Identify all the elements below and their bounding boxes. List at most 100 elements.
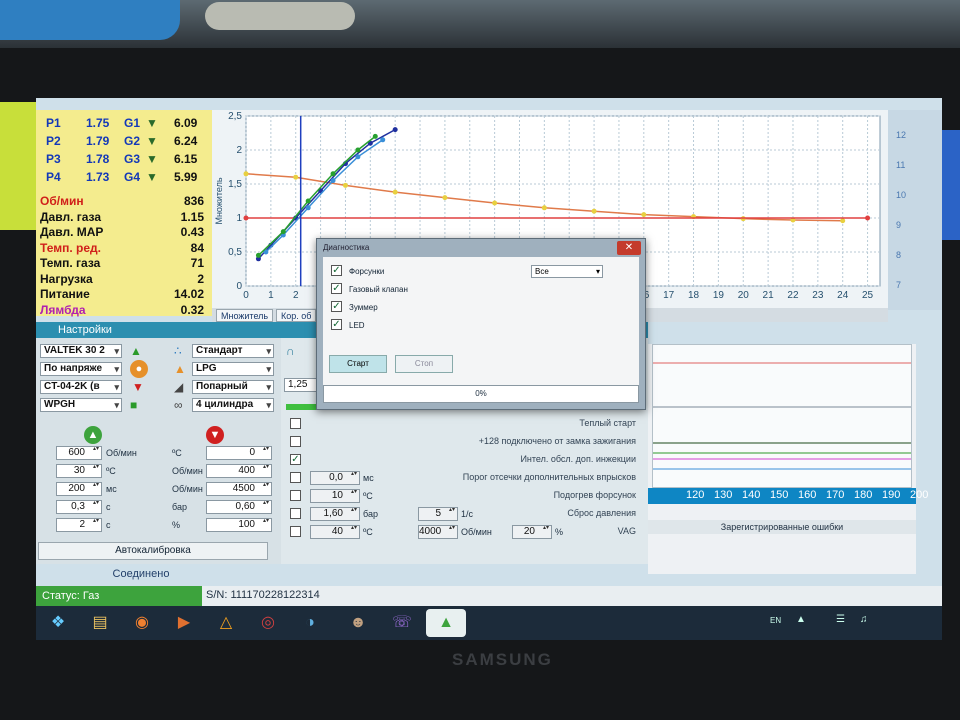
network-icon[interactable]: ☰ <box>836 614 845 625</box>
axis-tick-label: 180 <box>854 489 873 501</box>
unit-label: Об/мин <box>172 484 203 494</box>
option-value[interactable]: 1,60 <box>310 507 360 521</box>
tab-multiplier[interactable]: Множитель <box>216 309 274 322</box>
axis-tick-label: 200 <box>910 489 929 501</box>
axis-tick-label: 170 <box>826 489 845 501</box>
option-value[interactable]: 40 <box>310 525 360 539</box>
user-avatar-icon[interactable]: ☻ <box>338 609 378 637</box>
switch-delay-spin[interactable]: 200 <box>56 482 102 496</box>
checkbox-icon[interactable]: ✓ <box>331 283 342 294</box>
gas-app-icon[interactable]: ▲ <box>426 609 466 637</box>
readout-param: Нагрузка 2 <box>40 272 210 288</box>
data-point <box>380 137 386 143</box>
overlap-time-spin[interactable]: 2 <box>56 518 102 532</box>
injector-g-value: 5.99 <box>174 170 198 184</box>
option-unit: ºС <box>363 491 373 501</box>
strip-label: 11 <box>896 160 906 170</box>
x-tick-label: 25 <box>862 290 874 301</box>
y-tick-label: 1 <box>236 213 242 224</box>
option-checkbox[interactable] <box>290 526 301 537</box>
x-tick-label: 1 <box>268 290 274 301</box>
max-rpm-spin[interactable]: 4500 <box>206 482 272 496</box>
option-checkbox[interactable] <box>290 472 301 483</box>
check-label: Форсунки <box>349 267 385 276</box>
yellow-sticker <box>0 102 36 230</box>
param-value: 0.32 <box>180 302 204 317</box>
checkbox-icon[interactable]: ✓ <box>331 265 342 276</box>
cylinders-select[interactable]: 4 цилиндра <box>192 398 274 412</box>
strip-label: 10 <box>896 190 907 200</box>
status-bar: Статус: Газ S/N: 111170228122314 <box>36 586 942 606</box>
language-indicator[interactable]: EN <box>770 616 781 625</box>
option-value[interactable]: 20 <box>512 525 552 539</box>
checkbox-icon[interactable]: ✓ <box>331 301 342 312</box>
option-value[interactable]: 10 <box>310 489 360 503</box>
min-temp-spin[interactable]: 0 <box>206 446 272 460</box>
stop-button[interactable]: Стоп <box>395 355 453 373</box>
option-checkbox[interactable] <box>290 490 301 501</box>
switch-temp-spin[interactable]: 30 <box>56 464 102 478</box>
injector-g-label: G1 <box>124 116 141 130</box>
switch-to-gas-icon: ▲ <box>84 426 102 444</box>
param-label: Лямбда <box>40 302 86 317</box>
volume-icon[interactable]: ♫ <box>860 614 868 625</box>
option-value[interactable]: 5 <box>418 507 458 521</box>
checkbox-icon[interactable]: ✓ <box>331 319 342 330</box>
param-value: 2 <box>197 271 204 286</box>
injection-type-select[interactable]: Попарный <box>192 380 274 394</box>
y-tick-label: 0 <box>236 281 242 292</box>
chrome-icon[interactable]: ◎ <box>248 609 288 637</box>
unit-label: Об/мин <box>106 448 137 458</box>
option-label: Подогрев форсунок <box>553 490 636 500</box>
readout-param: Питание 14.02 <box>40 287 210 303</box>
tray-arrow-icon[interactable]: ▲ <box>796 614 806 625</box>
min-pressure-spin[interactable]: 0,60 <box>206 500 272 514</box>
windows-start-icon[interactable]: ❖ <box>38 609 78 637</box>
oscilloscope-svg <box>653 362 911 470</box>
start-button[interactable]: Старт <box>329 355 387 373</box>
cloth-pouch <box>205 2 355 30</box>
check-label: Зуммер <box>349 303 378 312</box>
option-unit: бар <box>363 509 378 519</box>
file-explorer-icon[interactable]: ▤ <box>80 609 120 637</box>
switch-rpm-spin[interactable]: 600 <box>56 446 102 460</box>
axis-tick-label: 160 <box>798 489 817 501</box>
option-checkbox[interactable] <box>290 418 301 429</box>
rpm-source-select[interactable]: По напряже <box>40 362 122 376</box>
injector-scope-select[interactable]: Все <box>531 265 603 278</box>
min-rpm-spin[interactable]: 400 <box>206 464 272 478</box>
viber-icon[interactable]: ☏ <box>382 609 422 637</box>
tab-rpm-correction[interactable]: Кор. об <box>276 309 317 322</box>
injector-g-value: 6.09 <box>174 116 198 130</box>
taskbar: ❖ ▤ ◉ ▶ △ ◎ ◑ ☻ ☏ ▲ EN ▲ ☰ ♫ <box>36 606 942 640</box>
x-tick-label: 21 <box>763 290 775 301</box>
param-value: 0.43 <box>180 225 204 239</box>
switch-time-spin[interactable]: 0,3 <box>56 500 102 514</box>
autocalibrate-button[interactable]: Автокалибровка <box>38 542 268 560</box>
x-tick-label: 17 <box>663 290 675 301</box>
option-value[interactable]: 0,0 <box>310 471 360 485</box>
firefox-icon[interactable]: ◉ <box>122 609 162 637</box>
param-label: Об/мин <box>40 194 84 208</box>
load-percent-spin[interactable]: 100 <box>206 518 272 532</box>
fuel-type-select[interactable]: LPG <box>192 362 274 376</box>
option-value[interactable]: 4000 <box>418 525 458 539</box>
temp-sensor-select[interactable]: CT-04-2K (в <box>40 380 122 394</box>
unit-label: бар <box>172 502 187 512</box>
y-axis-label: Множитель <box>214 177 224 224</box>
temperature-icon: ∩ <box>286 344 295 358</box>
vlc-icon[interactable]: △ <box>206 609 246 637</box>
data-point <box>541 205 547 211</box>
close-button[interactable]: ✕ <box>617 241 641 255</box>
option-checkbox[interactable] <box>290 508 301 519</box>
media-player-icon[interactable]: ▶ <box>164 609 204 637</box>
option-checkbox[interactable] <box>290 436 301 447</box>
controller-select[interactable]: VALTEK 30 2 <box>40 344 122 358</box>
reducer-select[interactable]: WPGH <box>40 398 122 412</box>
option-unit: мс <box>363 473 374 483</box>
param-label: Давл. MAP <box>40 225 104 239</box>
injection-mode-select[interactable]: Стандарт <box>192 344 274 358</box>
option-row: Теплый старт <box>288 416 640 432</box>
browser-icon[interactable]: ◑ <box>290 609 330 637</box>
option-checkbox[interactable]: ✓ <box>290 454 301 465</box>
